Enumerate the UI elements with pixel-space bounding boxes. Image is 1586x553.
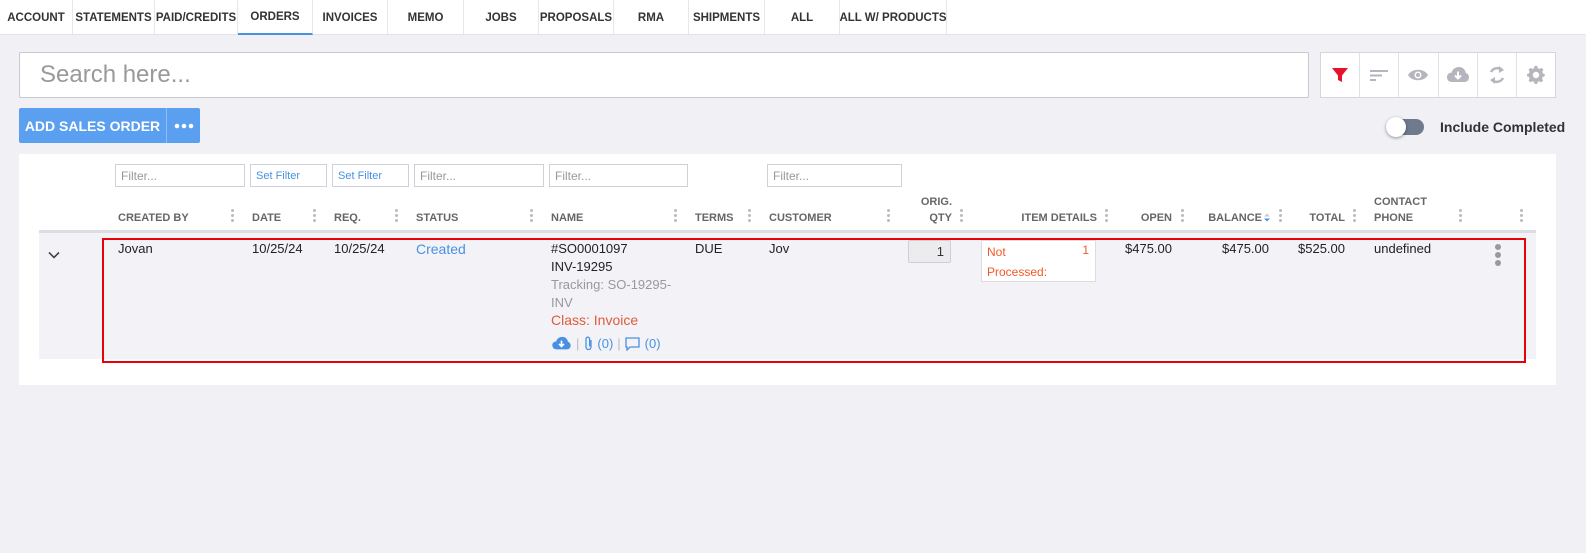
sort-icon [1264,213,1270,222]
tab-invoices[interactable]: INVOICES [313,0,388,35]
visibility-button[interactable] [1399,53,1439,97]
column-resize-handle[interactable] [1105,209,1108,224]
tab-memo[interactable]: MEMO [388,0,464,35]
header-orig-qty-line2: QTY [929,212,952,224]
header-total[interactable]: TOTAL [1290,210,1345,226]
filter-customer[interactable]: Filter... [767,164,902,187]
column-resize-handle[interactable] [1520,209,1523,224]
filter-icon [1332,68,1349,82]
include-completed-label: Include Completed [1440,119,1566,135]
tab-all[interactable]: ALL [765,0,840,35]
download-button[interactable] [1439,53,1478,97]
search-input[interactable] [19,52,1309,98]
more-horizontal-icon [174,123,193,128]
grid-toolbar [1320,52,1556,98]
column-resize-handle[interactable] [1459,209,1462,224]
header-contact-line1: CONTACT [1374,196,1427,208]
tab-rma[interactable]: RMA [614,0,689,35]
toggle-knob [1386,117,1406,137]
column-resize-handle[interactable] [674,209,677,224]
column-resize-handle[interactable] [313,209,316,224]
eye-icon [1408,69,1429,81]
header-contact-phone[interactable]: CONTACT PHONE [1374,194,1427,226]
chevron-down-icon [48,251,60,259]
refresh-icon [1489,66,1504,84]
header-created-by[interactable]: CREATED BY [118,210,189,226]
header-item-details[interactable]: ITEM DETAILS [1010,210,1097,226]
tab-jobs[interactable]: JOBS [464,0,539,35]
top-tab-bar: ACCOUNT STATEMENTS PAID/CREDITS ORDERS I… [0,0,1586,35]
column-resize-handle[interactable] [960,209,963,224]
sort-button[interactable] [1360,53,1400,97]
filter-status[interactable]: Filter... [414,164,544,187]
cloud-download-icon [1446,67,1469,82]
more-actions-button[interactable] [166,108,200,143]
refresh-button[interactable] [1478,53,1517,97]
settings-button[interactable] [1517,53,1555,97]
column-resize-handle[interactable] [1181,209,1184,224]
filter-date[interactable]: Set Filter [250,164,327,187]
filter-button[interactable] [1321,53,1361,97]
column-resize-handle[interactable] [748,209,751,224]
header-terms[interactable]: TERMS [695,210,734,226]
tab-all-with-products[interactable]: ALL W/ PRODUCTS [839,0,947,35]
tab-shipments[interactable]: SHIPMENTS [689,0,765,35]
header-contact-line2: PHONE [1374,212,1414,224]
header-orig-qty[interactable]: ORIG. QTY [900,194,952,226]
header-status[interactable]: STATUS [416,210,458,226]
tab-account[interactable]: ACCOUNT [0,0,73,35]
row-selection-outline [102,238,1526,363]
column-resize-handle[interactable] [231,209,234,224]
header-name[interactable]: NAME [551,210,583,226]
header-orig-qty-line1: ORIG. [920,196,952,208]
add-sales-order-button[interactable]: ADD SALES ORDER [19,108,166,143]
tab-proposals[interactable]: PROPOSALS [539,0,614,35]
column-resize-handle[interactable] [1353,209,1356,224]
tab-statements[interactable]: STATEMENTS [73,0,155,35]
tab-paid-credits[interactable]: PAID/CREDITS [155,0,238,35]
header-balance[interactable]: BALANCE [1196,210,1262,226]
gear-icon [1527,65,1545,84]
filter-name[interactable]: Filter... [549,164,688,187]
column-resize-handle[interactable] [395,209,398,224]
header-customer[interactable]: CUSTOMER [769,210,832,226]
column-resize-handle[interactable] [887,209,890,224]
header-date[interactable]: DATE [252,210,281,226]
expand-row-button[interactable] [48,246,60,264]
header-req[interactable]: REQ. [334,210,361,226]
column-resize-handle[interactable] [1279,209,1282,224]
header-open[interactable]: OPEN [1120,210,1172,226]
sort-icon [1370,70,1389,81]
column-resize-handle[interactable] [530,209,533,224]
include-completed-toggle[interactable] [1386,117,1424,137]
filter-req[interactable]: Set Filter [332,164,409,187]
tab-orders[interactable]: ORDERS [238,0,313,35]
filter-created-by[interactable]: Filter... [115,164,245,187]
